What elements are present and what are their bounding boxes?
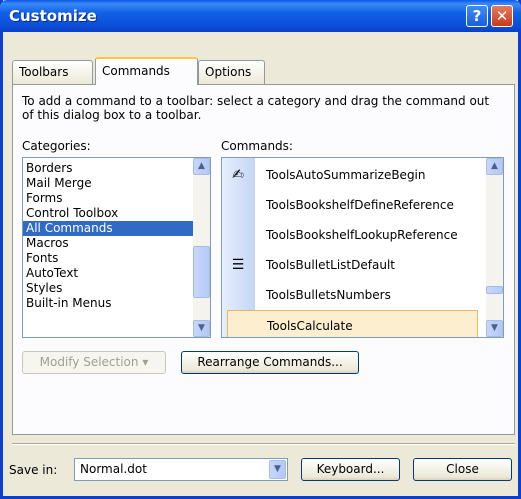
scroll-up-icon[interactable]: ▲ <box>486 158 503 175</box>
commands-panel: To add a command to a toolbar: select a … <box>12 84 515 435</box>
category-item[interactable]: Borders <box>23 161 193 176</box>
category-item[interactable]: Built-in Menus <box>23 296 193 311</box>
save-in-value: Normal.dot <box>80 462 147 476</box>
title-bar[interactable]: Customize ? ✕ <box>0 0 521 32</box>
instructions-text: To add a command to a toolbar: select a … <box>22 94 490 122</box>
chevron-down-icon[interactable]: ▼ <box>269 460 286 479</box>
scroll-up-icon[interactable]: ▲ <box>193 158 210 175</box>
command-item[interactable]: ToolsBulletsNumbers <box>222 280 477 310</box>
command-item[interactable]: ToolsBookshelfDefineReference <box>222 190 477 220</box>
separator <box>12 443 515 445</box>
keyboard-button[interactable]: Keyboard... <box>301 458 400 481</box>
modify-selection-button[interactable]: Modify Selection ▾ <box>22 351 166 374</box>
category-item[interactable]: Fonts <box>23 251 193 266</box>
category-item[interactable]: Forms <box>23 191 193 206</box>
scroll-down-icon[interactable]: ▼ <box>193 320 210 337</box>
scroll-thumb[interactable] <box>486 286 503 294</box>
tab-commands[interactable]: Commands <box>95 57 198 85</box>
rearrange-commands-button[interactable]: Rearrange Commands... <box>181 351 359 374</box>
command-item[interactable]: ✍ ToolsAutoSummarizeBegin <box>222 160 477 190</box>
bullet-list-icon: ☰ <box>231 257 245 273</box>
command-item[interactable]: ☰ ToolsBulletListDefault <box>222 250 477 280</box>
close-button[interactable]: Close <box>413 458 512 481</box>
categories-scrollbar[interactable]: ▲ ▼ <box>193 158 210 337</box>
commands-scrollbar[interactable]: ▲ ▼ <box>486 158 503 337</box>
help-button[interactable]: ? <box>466 5 488 27</box>
category-item[interactable]: Mail Merge <box>23 176 193 191</box>
save-in-dropdown[interactable]: Normal.dot ▼ <box>74 458 288 481</box>
tab-toolbars[interactable]: Toolbars <box>12 60 93 84</box>
dialog-title: Customize <box>9 7 97 25</box>
categories-listbox[interactable]: Borders Mail Merge Forms Control Toolbox… <box>22 157 211 338</box>
categories-label: Categories: <box>22 139 91 153</box>
category-item[interactable]: Macros <box>23 236 193 251</box>
scroll-down-icon[interactable]: ▼ <box>486 320 503 337</box>
scroll-thumb[interactable] <box>193 246 210 298</box>
tab-options[interactable]: Options <box>198 60 265 84</box>
category-item-selected[interactable]: All Commands <box>23 221 193 236</box>
customize-dialog: Customize ? ✕ Toolbars Commands Options … <box>0 0 521 499</box>
category-item[interactable]: AutoText <box>23 266 193 281</box>
close-window-button[interactable]: ✕ <box>491 5 513 27</box>
command-item[interactable]: ToolsBookshelfLookupReference <box>222 220 477 250</box>
category-item[interactable]: Control Toolbox <box>23 206 193 221</box>
commands-label: Commands: <box>221 139 293 153</box>
autosummarize-icon: ✍ <box>232 167 244 183</box>
save-in-label: Save in: <box>9 463 58 477</box>
command-item-selected[interactable]: ToolsCalculate <box>227 310 478 337</box>
dropdown-arrow-icon: ▾ <box>142 355 149 369</box>
commands-listbox[interactable]: ✍ ToolsAutoSummarizeBegin ToolsBookshelf… <box>221 157 504 338</box>
category-item[interactable]: Styles <box>23 281 193 296</box>
